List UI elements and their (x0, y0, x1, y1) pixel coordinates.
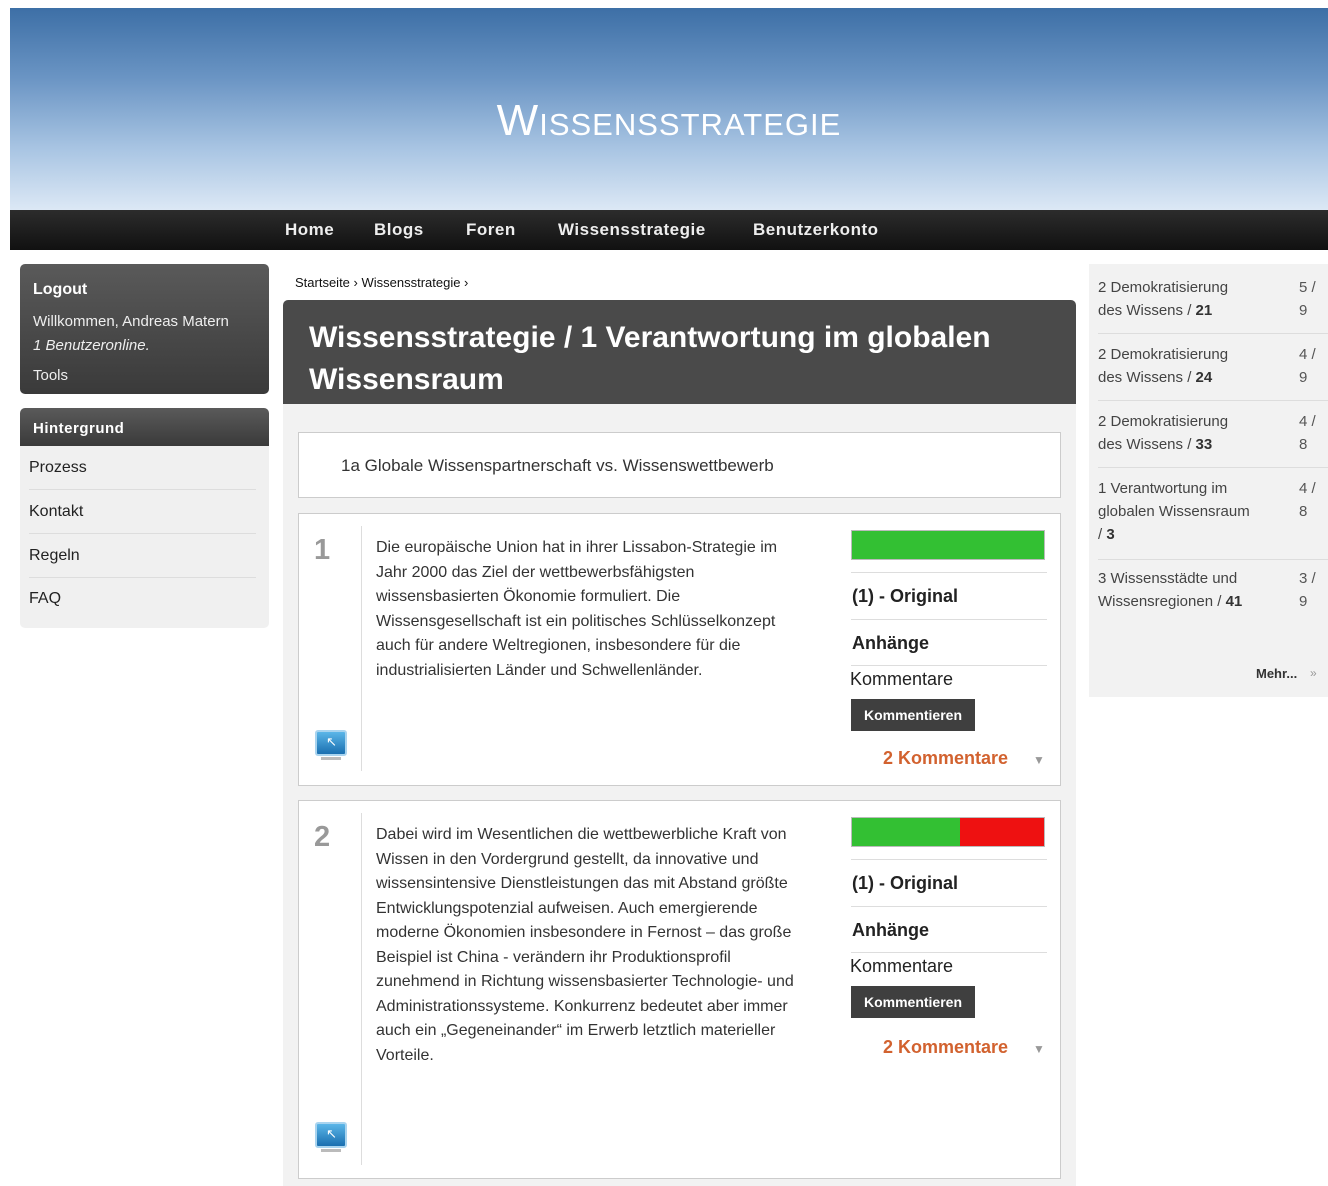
related-topic-number: 41 (1225, 593, 1243, 610)
rating-bar (851, 530, 1045, 560)
subtopic-box: 1a Globale Wissenspartnerschaft vs. Wiss… (298, 432, 1061, 498)
related-topic-item[interactable]: 1 Verantwortung im globalen Wissensraum … (1098, 477, 1328, 560)
user-box: Logout Willkommen, Andreas Matern 1 Benu… (20, 264, 269, 394)
more-link[interactable]: Mehr... (1256, 666, 1297, 681)
main-navigation: Home Blogs Foren Wissensstrategie Benutz… (10, 210, 1328, 250)
menu-item-regeln[interactable]: Regeln (29, 534, 256, 578)
logout-link[interactable]: Logout (33, 281, 87, 299)
rating-bar-green (852, 531, 1044, 559)
double-chevron-right-icon[interactable]: » (1310, 666, 1317, 680)
post-divider (361, 526, 362, 771)
post-card: 2 Dabei wird im Wesentlichen die wettbew… (298, 800, 1061, 1179)
page-title-box: Wissensstrategie / 1 Verantwortung im gl… (283, 300, 1076, 404)
users-online-text: 1 Benutzeronline. (33, 337, 150, 354)
related-topic-item[interactable]: 2 Demokratisierung des Wissens / 24 4 / … (1098, 343, 1328, 401)
monitor-icon[interactable]: ↖ (315, 1122, 347, 1152)
post-card: 1 Die europäische Union hat in ihrer Lis… (298, 513, 1061, 786)
related-topic-item[interactable]: 2 Demokratisierung des Wissens / 33 4 / … (1098, 410, 1328, 468)
menu-item-faq[interactable]: FAQ (29, 577, 256, 621)
caret-down-icon[interactable]: ▼ (1033, 1042, 1045, 1056)
original-link[interactable]: (1) - Original (852, 873, 958, 894)
monitor-icon[interactable]: ↖ (315, 730, 347, 760)
site-title: Wissensstrategie (496, 96, 842, 145)
post-text: Die europäische Union hat in ihrer Lissa… (376, 539, 778, 679)
nav-home[interactable]: Home (285, 220, 334, 240)
nav-foren[interactable]: Foren (466, 220, 516, 240)
divider (851, 906, 1047, 907)
post-number: 1 (314, 534, 331, 566)
menu-item-prozess[interactable]: Prozess (29, 446, 256, 490)
related-topic-score: 4 / 8 (1299, 413, 1316, 453)
divider (851, 572, 1047, 573)
tools-link[interactable]: Tools (33, 367, 68, 384)
related-topic-score: 3 / 9 (1299, 570, 1316, 610)
rating-bar (851, 817, 1045, 847)
attachments-label: Anhänge (852, 920, 930, 940)
post-divider (361, 813, 362, 1165)
comments-label: Kommentare (850, 956, 954, 976)
caret-down-icon[interactable]: ▼ (1033, 753, 1045, 767)
divider (851, 619, 1047, 620)
comments-label: Kommentare (850, 669, 954, 689)
related-topic-score: 4 / 9 (1299, 346, 1316, 386)
comment-count-link[interactable]: 2 Kommentare (883, 1037, 1008, 1058)
attachments-label: Anhänge (852, 633, 930, 653)
nav-blogs[interactable]: Blogs (374, 220, 424, 240)
related-topic-number: 3 (1106, 526, 1115, 543)
page-title: Wissensstrategie / 1 Verantwortung im gl… (309, 321, 991, 396)
related-topics-panel: 2 Demokratisierung des Wissens / 21 5 / … (1089, 264, 1328, 697)
related-topic-item[interactable]: 3 Wissensstädte und Wissensregionen / 41… (1098, 567, 1328, 647)
related-topic-score: 5 / 9 (1299, 279, 1316, 319)
rating-bar-red (959, 818, 1044, 846)
related-topic-title: 3 Wissensstädte und Wissensregionen / (1098, 570, 1238, 610)
header-banner: Wissensstrategie (10, 8, 1328, 210)
related-topic-number: 21 (1195, 302, 1213, 319)
related-topic-title: 1 Verantwortung im globalen Wissensraum … (1098, 480, 1250, 543)
menu-heading: Hintergrund (20, 408, 269, 446)
breadcrumb[interactable]: Startseite › Wissensstrategie › (295, 275, 468, 290)
divider (851, 859, 1047, 860)
menu-item-kontakt[interactable]: Kontakt (29, 490, 256, 534)
welcome-text: Willkommen, Andreas Matern (33, 313, 229, 330)
background-menu: Hintergrund Prozess Kontakt Regeln FAQ (20, 408, 269, 628)
comment-count-link[interactable]: 2 Kommentare (883, 748, 1008, 769)
related-topic-item[interactable]: 2 Demokratisierung des Wissens / 21 5 / … (1098, 276, 1328, 334)
post-number: 2 (314, 821, 331, 853)
rating-bar-green (852, 818, 960, 846)
related-topic-number: 24 (1195, 369, 1213, 386)
post-text: Dabei wird im Wesentlichen die wettbewer… (376, 826, 794, 1064)
divider (851, 665, 1047, 666)
subtopic-title: 1a Globale Wissenspartnerschaft vs. Wiss… (341, 456, 774, 475)
divider (851, 952, 1047, 953)
nav-wissensstrategie[interactable]: Wissensstrategie (558, 220, 706, 240)
related-topic-score: 4 / 8 (1299, 480, 1316, 520)
comment-button[interactable]: Kommentieren (851, 986, 975, 1018)
comment-button[interactable]: Kommentieren (851, 699, 975, 731)
nav-benutzerkonto[interactable]: Benutzerkonto (753, 220, 879, 240)
related-topic-number: 33 (1195, 436, 1213, 453)
original-link[interactable]: (1) - Original (852, 586, 958, 607)
